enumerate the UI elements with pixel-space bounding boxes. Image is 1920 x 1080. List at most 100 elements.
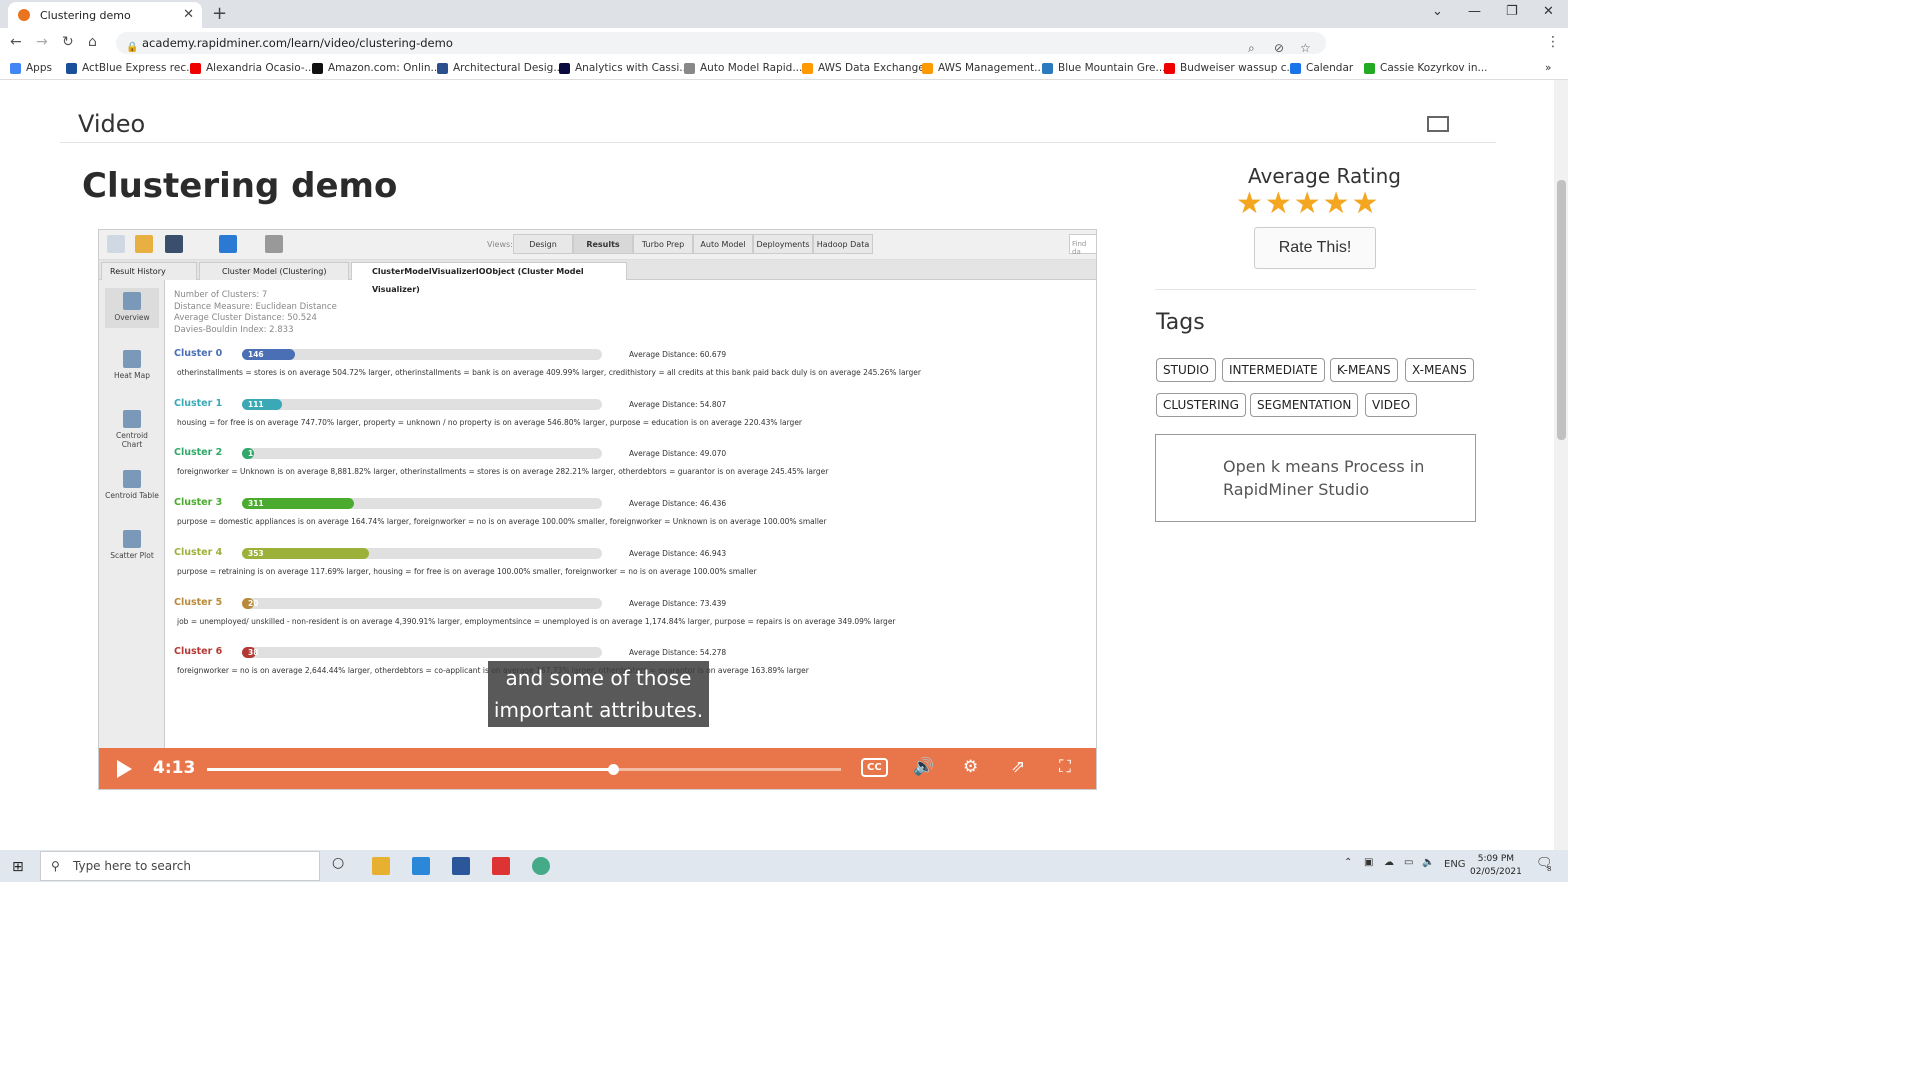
bookmark[interactable]: AWS Data Exchange [802, 62, 925, 74]
close-tab-icon[interactable]: ✕ [183, 7, 194, 22]
bookmark[interactable]: Budweiser wassup c... [1164, 62, 1296, 74]
back-icon[interactable]: ← [10, 34, 22, 50]
menu-icon[interactable]: ⋮ [1546, 34, 1560, 50]
bookmark[interactable]: Blue Mountain Gre... [1042, 62, 1166, 74]
play-icon[interactable] [117, 760, 132, 778]
store-icon[interactable] [412, 857, 430, 875]
cluster-distance: Average Distance: 54.278 [629, 648, 727, 658]
windows-start-icon[interactable]: ⊞ [12, 859, 24, 875]
reload-icon[interactable]: ↻ [62, 34, 74, 50]
cluster-bar-track [242, 647, 602, 659]
rapidminer-favicon-icon [18, 9, 30, 21]
tray-icon[interactable]: ▣ [1364, 857, 1373, 868]
tag-intermediate[interactable]: INTERMEDIATE [1222, 358, 1325, 382]
captions-icon[interactable]: CC [861, 758, 888, 777]
cortana-icon[interactable]: ○ [332, 855, 344, 871]
tracking-icon[interactable]: ⊘ [1274, 37, 1284, 59]
tag-clustering[interactable]: CLUSTERING [1156, 393, 1246, 417]
centroid-chart-icon [123, 410, 141, 428]
rate-this-button[interactable]: Rate This! [1254, 227, 1376, 269]
video-player[interactable]: Views: Design Results Turbo Prep Auto Mo… [98, 229, 1097, 790]
seek-handle[interactable] [607, 764, 619, 775]
cluster-summary: Number of Clusters: 7 Distance Measure: … [174, 290, 337, 335]
open-process-button[interactable]: Open k means Process in RapidMiner Studi… [1155, 434, 1476, 522]
network-icon[interactable]: ▭ [1404, 857, 1413, 868]
tag-k-means[interactable]: K-MEANS [1330, 358, 1398, 382]
bookmark-apps[interactable]: Apps [10, 62, 52, 74]
show-hidden-icons[interactable]: ⌃ [1344, 857, 1352, 868]
cluster-description: job = unemployed/ unskilled - non-reside… [177, 616, 896, 626]
search-icon: ⚲ [51, 859, 60, 873]
cluster-distance: Average Distance: 54.807 [629, 399, 727, 409]
restore-icon[interactable]: ❐ [1506, 4, 1518, 19]
cluster-distance: Average Distance: 46.943 [629, 548, 727, 558]
cluster-distance: Average Distance: 60.679 [629, 350, 727, 359]
taskbar-clock[interactable]: 5:09 PM 02/05/2021 [1470, 853, 1522, 879]
tag-studio[interactable]: STUDIO [1156, 358, 1216, 382]
new-tab-icon[interactable]: + [212, 3, 227, 24]
visualizer-sidebar: Overview Heat Map Centroid Chart Centroi… [99, 280, 165, 749]
taskbar-search[interactable]: ⚲ Type here to search [40, 851, 320, 881]
bookmark[interactable]: AWS Management... [922, 62, 1044, 74]
more-bookmarks-icon[interactable]: » [1545, 62, 1551, 74]
view-tab-deployments: Deployments [753, 234, 813, 254]
cluster-name: Cluster 2 [174, 447, 223, 459]
url-bar[interactable]: 🔒 academy.rapidminer.com/learn/video/clu… [116, 32, 1326, 55]
zoom-icon[interactable]: ⌕ [1248, 37, 1255, 59]
bookmark[interactable]: Architectural Desig... [437, 62, 563, 74]
volume-icon[interactable]: 🔊 [913, 757, 934, 777]
minimize-icon[interactable]: — [1468, 4, 1481, 19]
onedrive-icon[interactable]: ☁ [1384, 857, 1394, 868]
stop-icon [265, 235, 283, 253]
view-tab-hadoop-data: Hadoop Data [813, 234, 873, 254]
bookmark[interactable]: Calendar [1290, 62, 1353, 74]
tag-x-means[interactable]: X-MEANS [1405, 358, 1474, 382]
volume-tray-icon[interactable]: 🔈 [1422, 857, 1434, 868]
bookmark[interactable]: Alexandria Ocasio-... [190, 62, 315, 74]
chrome-icon[interactable] [532, 857, 550, 875]
bookmark[interactable]: Amazon.com: Onlin... [312, 62, 441, 74]
app-icon[interactable] [492, 857, 510, 875]
sidebar-heat-map: Heat Map [105, 350, 159, 380]
bookmark[interactable]: ActBlue Express rec... [66, 62, 196, 74]
seek-bar[interactable] [207, 764, 841, 775]
mail-icon[interactable] [1427, 116, 1449, 132]
tag-video[interactable]: VIDEO [1365, 393, 1418, 417]
cluster-name: Cluster 1 [174, 397, 223, 409]
bookmark[interactable]: Cassie Kozyrkov in... [1364, 62, 1488, 74]
page-content: Video Clustering demo Views: Design Resu… [0, 80, 1568, 850]
settings-icon[interactable]: ⚙ [963, 757, 978, 777]
cluster-description: otherinstallments = stores is on average… [177, 368, 921, 377]
fullscreen-icon[interactable]: ⛶ [1059, 757, 1071, 777]
language-indicator[interactable]: ENG [1444, 859, 1466, 870]
browser-tab[interactable]: Clustering demo ✕ [8, 2, 202, 28]
page-scrollbar[interactable] [1554, 80, 1568, 850]
sidebar-centroid-table: Centroid Table [105, 470, 159, 500]
notification-count: 8 [1547, 865, 1552, 873]
scrollbar-thumb[interactable] [1557, 180, 1566, 440]
bookmark-star-icon[interactable]: ☆ [1300, 37, 1311, 59]
tab-search-icon[interactable]: ⌄ [1432, 4, 1443, 19]
cluster-description: housing = for free is on average 747.70%… [177, 417, 803, 427]
word-icon[interactable] [452, 857, 470, 875]
cluster-distance: Average Distance: 73.439 [629, 598, 727, 608]
tag-segmentation[interactable]: SEGMENTATION [1250, 393, 1359, 417]
bookmark[interactable]: Analytics with Cassi... [559, 62, 689, 74]
close-window-icon[interactable]: ✕ [1543, 4, 1554, 19]
cluster-bar-track [242, 398, 602, 410]
share-icon[interactable]: ⇗ [1011, 757, 1025, 777]
cluster-name: Cluster 5 [174, 596, 223, 608]
home-icon[interactable]: ⌂ [88, 34, 97, 50]
forward-icon[interactable]: → [36, 34, 48, 50]
cluster-name: Cluster 6 [174, 646, 223, 658]
rapidminer-toolbar: Views: Design Results Turbo Prep Auto Mo… [99, 230, 1096, 260]
file-explorer-icon[interactable] [372, 857, 390, 875]
bookmark[interactable]: Auto Model Rapid... [684, 62, 802, 74]
cluster-size-bar: 38 [242, 647, 258, 659]
lock-icon: 🔒 [126, 42, 139, 53]
cluster-description: purpose = domestic appliances is on aver… [177, 517, 827, 527]
bookmarks-bar: Apps ActBlue Express rec... Alexandria O… [0, 58, 1568, 80]
cluster-bar-track [242, 349, 602, 360]
tab-title: Clustering demo [40, 8, 131, 22]
cluster-size-bar: 111 [242, 398, 282, 410]
